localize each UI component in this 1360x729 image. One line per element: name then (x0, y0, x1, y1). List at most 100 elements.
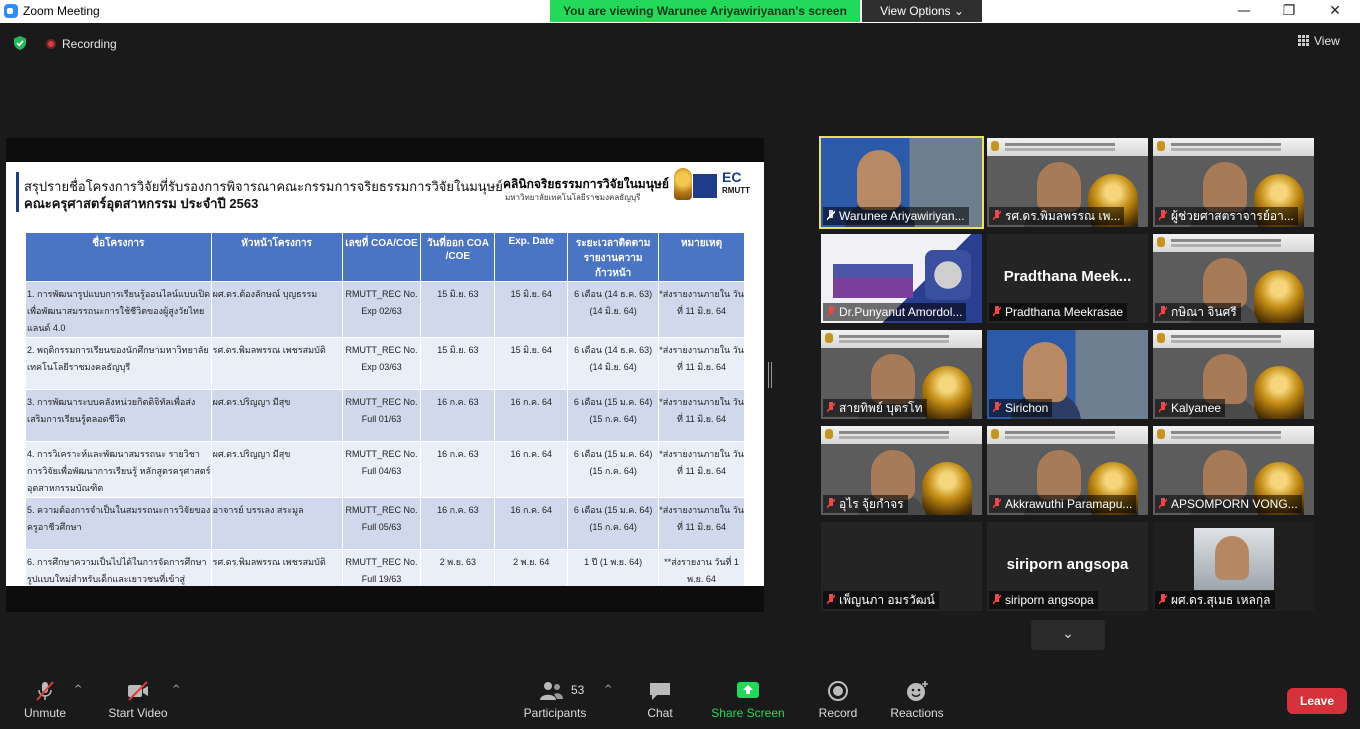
col-header: วันที่ออก COA /COE (420, 232, 496, 282)
participant-tile[interactable]: Sirichon (987, 330, 1148, 419)
panel-resize-handle[interactable] (768, 362, 772, 388)
participant-tile[interactable]: สายทิพย์ บุตรโท (821, 330, 982, 419)
muted-mic-icon (993, 402, 1001, 413)
muted-mic-icon (1159, 306, 1167, 317)
participant-name: APSOMPORN VONG... (1171, 497, 1298, 511)
participant-display-name: siriporn angsopa (1006, 556, 1129, 573)
participant-tile[interactable]: ผู้ช่วยศาสตราจารย์อา... (1153, 138, 1314, 227)
table-cell-issued: 16 ก.ค. 63 (420, 497, 496, 550)
table-row: 5. ความต้องการจำเป็นในสมรรถนะการวิจัยของ… (25, 497, 745, 550)
table-cell-issued: 16 ก.ค. 63 (420, 389, 496, 442)
participant-tile[interactable]: Warunee Ariyawiriyan... (819, 136, 984, 229)
gallery-next-page-button[interactable]: ⌄ (1031, 620, 1105, 650)
org-subtitle: มหาวิทยาลัยเทคโนโลยีราชมงคลธัญบุรี (505, 193, 641, 202)
presentation-slide: สรุปรายชื่อโครงการวิจัยที่รับรองการพิจาร… (6, 162, 764, 586)
table-cell-coa: RMUTT_REC No. Full 04/63 (341, 441, 422, 498)
table-row: 3. การพัฒนาระบบคลังหน่วยกิตดิจิทัลเพื่อส… (25, 389, 745, 442)
close-window-button[interactable]: ✕ (1312, 0, 1358, 23)
table-cell-exp: 15 มิ.ย. 64 (494, 281, 569, 338)
start-video-button[interactable]: Start Video (106, 680, 170, 724)
participant-face (871, 450, 915, 500)
window-title: Zoom Meeting (23, 4, 100, 18)
video-off-icon (128, 681, 148, 701)
participant-tile[interactable]: ผศ.ดร.สุเมธ เหลกุล (1153, 522, 1314, 611)
participant-tile[interactable]: Akkrawuthi Paramapu... (987, 426, 1148, 515)
col-header: หัวหน้าโครงการ (210, 232, 343, 282)
chat-button[interactable]: Chat (640, 680, 680, 724)
recording-indicator[interactable]: Recording (46, 37, 117, 51)
background-banner (1153, 330, 1314, 348)
maximize-button[interactable]: ❐ (1266, 0, 1312, 23)
table-cell-issued: 15 มิ.ย. 63 (420, 281, 496, 338)
view-layout-button[interactable]: View (1298, 34, 1340, 52)
shared-screen[interactable]: สรุปรายชื่อโครงการวิจัยที่รับรองการพิจาร… (6, 138, 764, 612)
table-cell-note: *ส่งรายงานภายใน วันที่ 11 มิ.ย. 64 (658, 389, 745, 442)
participants-options-caret[interactable]: ^ (604, 684, 612, 695)
audio-options-caret[interactable]: ^ (74, 684, 82, 695)
share-screen-button[interactable]: Share Screen (710, 680, 786, 724)
leave-meeting-button[interactable]: Leave (1287, 688, 1347, 714)
table-cell-coa: RMUTT_REC No. Full 01/63 (341, 389, 422, 442)
muted-mic-icon (993, 306, 1001, 317)
partner-logo (693, 174, 717, 198)
participant-tile[interactable]: Kalyanee (1153, 330, 1314, 419)
background-banner (987, 426, 1148, 444)
participant-tile[interactable]: รศ.ดร.พิมลพรรณ เพ... (987, 138, 1148, 227)
view-options-button[interactable]: View Options ⌄ (862, 0, 982, 22)
table-cell-issued: 15 มิ.ย. 63 (420, 337, 496, 390)
participant-name-bar: ผู้ช่วยศาสตราจารย์อา... (1155, 207, 1298, 225)
table-cell-name: 1. การพัฒนารูปแบบการเรียนรู้ออนไลน์แบบเป… (25, 281, 212, 338)
participant-tile[interactable]: APSOMPORN VONG... (1153, 426, 1314, 515)
participant-name-bar: อุไร จุ้ยกำจร (823, 495, 908, 513)
table-cell-note: *ส่งรายงานภายใน วันที่ 11 มิ.ย. 64 (658, 497, 745, 550)
participant-tile[interactable]: siriporn angsopa siriporn angsopa (987, 522, 1148, 611)
participant-name-bar: Akkrawuthi Paramapu... (989, 495, 1137, 513)
participant-face (1203, 450, 1247, 500)
share-screen-icon (737, 682, 759, 698)
reactions-button[interactable]: Reactions (889, 680, 945, 724)
torch-emblem-icon (922, 462, 972, 515)
table-cell-period: 1 ปี (1 พ.ย. 64) (567, 549, 660, 586)
table-row: 6. การศึกษาความเป็นไปได้ในการจัดการศึกษา… (25, 549, 745, 586)
participant-face (1203, 258, 1247, 308)
table-cell-name: 2. พฤติกรรมการเรียนของนักศึกษามหาวิทยาลั… (25, 337, 212, 390)
encryption-shield-icon[interactable] (12, 35, 28, 51)
background-banner (1153, 234, 1314, 252)
zoom-meeting-window: Zoom Meeting — ❐ ✕ You are viewing Warun… (0, 0, 1360, 729)
table-cell-name: 6. การศึกษาความเป็นไปได้ในการจัดการศึกษา… (25, 549, 212, 586)
participant-tile[interactable]: อุไร จุ้ยกำจร (821, 426, 982, 515)
table-cell-period: 6 เดือน (14 ธ.ค. 63) (14 มิ.ย. 64) (567, 337, 660, 390)
participant-name: ผศ.ดร.สุเมธ เหลกุล (1171, 593, 1271, 607)
participant-name-bar: เพ็ญนภา อมรวัฒน์ (823, 591, 939, 609)
participant-tile[interactable]: เพ็ญนภา อมรวัฒน์ (821, 522, 982, 611)
minimize-button[interactable]: — (1221, 0, 1267, 23)
table-cell-lead: รศ.ดร.พิมลพรรณ เพชรสมบัติ (210, 549, 343, 586)
record-button[interactable]: Record (816, 680, 860, 724)
unmute-button[interactable]: Unmute (20, 680, 70, 724)
table-cell-coa: RMUTT_REC No. Exp 02/63 (341, 281, 422, 338)
table-cell-period: 6 เดือน (15 ม.ค. 64) (15 ก.ค. 64) (567, 389, 660, 442)
faculty-emblem-icon (925, 250, 971, 300)
table-cell-issued: 16 ก.ค. 63 (420, 441, 496, 498)
background-banner (1153, 138, 1314, 156)
participant-name-bar: ผศ.ดร.สุเมธ เหลกุล (1155, 591, 1275, 609)
chat-icon (650, 683, 670, 700)
col-header: Exp. Date (494, 232, 569, 282)
participant-name: สายทิพย์ บุตรโท (839, 401, 923, 415)
video-options-caret[interactable]: ^ (172, 684, 180, 695)
participant-tile[interactable]: Dr.Punyanut Amordol... (821, 234, 982, 323)
table-cell-exp: 15 มิ.ย. 64 (494, 337, 569, 390)
participant-face (1023, 342, 1067, 402)
participant-face (871, 354, 915, 404)
table-cell-period: 6 เดือน (15 ม.ค. 64) (15 ก.ค. 64) (567, 497, 660, 550)
participant-tile[interactable]: กษิณา จินศรี (1153, 234, 1314, 323)
participant-tile[interactable]: Pradthana Meek... Pradthana Meekrasae (987, 234, 1148, 323)
table-cell-lead: อาจารย์ บรรเลง สระมูล (210, 497, 343, 550)
table-cell-lead: ผศ.ดร.ปริญญา มีสุข (210, 441, 343, 498)
col-header: ระยะเวลาติดตามรายงานความก้าวหน้า (567, 232, 660, 282)
muted-mic-icon (827, 498, 835, 509)
participant-face (1203, 162, 1247, 212)
muted-mic-icon (827, 306, 835, 317)
col-header: ชื่อโครงการ (25, 232, 212, 282)
viewing-banner: You are viewing Warunee Ariyawiriyanan's… (550, 0, 982, 22)
